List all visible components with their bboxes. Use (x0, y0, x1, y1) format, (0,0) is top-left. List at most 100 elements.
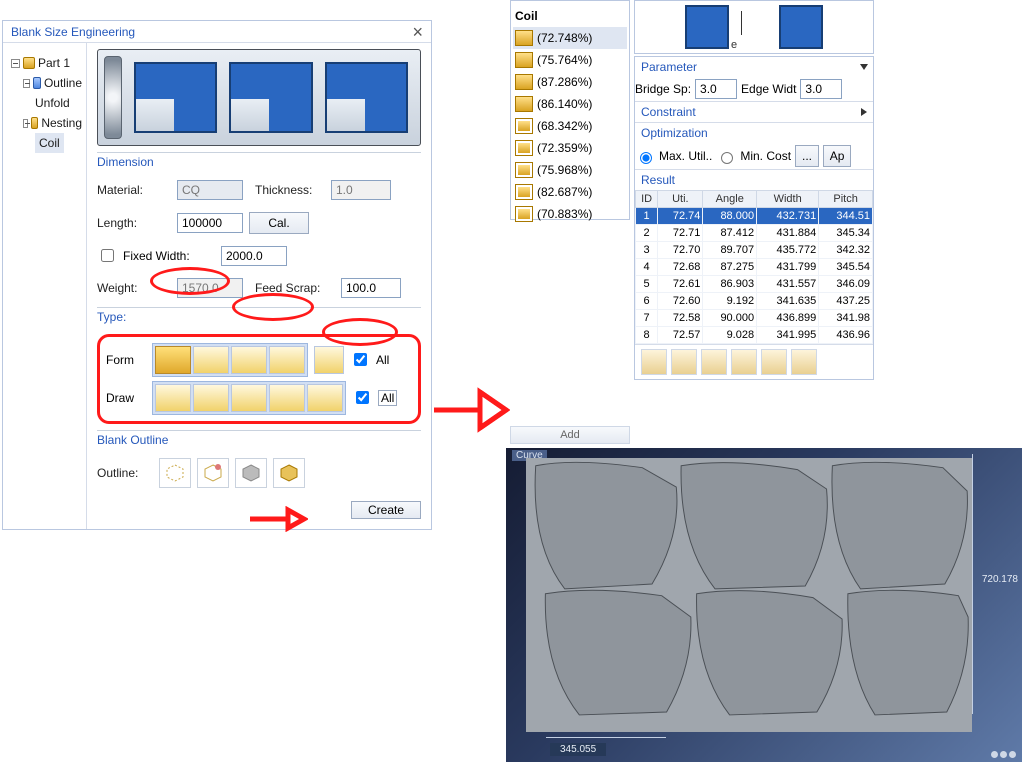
coil-pct-label: (72.748%) (537, 27, 592, 49)
cell: 341.98 (819, 310, 873, 327)
weight-field[interactable] (177, 278, 243, 298)
outline-label: Outline: (97, 466, 153, 480)
col-width[interactable]: Width (757, 191, 819, 208)
tree-item-nesting[interactable]: Nesting (23, 113, 82, 133)
cell: 72.71 (658, 225, 703, 242)
coil-type-icon (515, 74, 533, 90)
viewport-logo-icon (991, 751, 1016, 758)
cell: 9.192 (703, 293, 757, 310)
draw-type-3-icon[interactable] (231, 384, 267, 412)
table-row[interactable]: 672.609.192341.635437.25 (636, 293, 873, 310)
apply-button[interactable]: Ap (823, 145, 851, 167)
cell: 6 (636, 293, 658, 310)
fixed-width-checkbox[interactable] (101, 249, 114, 262)
viewport-canvas[interactable] (526, 458, 972, 732)
more-button[interactable]: ... (795, 145, 819, 167)
create-button[interactable]: Create (351, 501, 421, 519)
form-type-1-icon[interactable] (155, 346, 191, 374)
parameter-header[interactable]: Parameter (635, 57, 873, 77)
feedscrap-label: Feed Scrap: (255, 281, 335, 295)
annotation-arrow-icon (430, 380, 510, 443)
material-field[interactable] (177, 180, 243, 200)
tool-ab-icon[interactable] (731, 349, 757, 375)
coil-tree-item[interactable]: (86.140%) (513, 93, 627, 115)
outline-hex-solid-icon[interactable] (235, 458, 267, 488)
chevron-down-icon (860, 64, 868, 70)
table-row[interactable]: 372.7089.707435.772342.32 (636, 242, 873, 259)
coil-pct-label: (72.359%) (537, 137, 592, 159)
cell: 341.995 (757, 327, 819, 344)
part-shape-icon (229, 62, 312, 133)
cell: 431.884 (757, 225, 819, 242)
draw-type-1-icon[interactable] (155, 384, 191, 412)
form-type-end-icon[interactable] (314, 346, 344, 374)
table-row[interactable]: 772.5890.000436.899341.98 (636, 310, 873, 327)
cell: 90.000 (703, 310, 757, 327)
props-panel: Dimension Material: Thickness: Length: C… (87, 43, 431, 529)
outline-hex-dashed-icon[interactable] (159, 458, 191, 488)
tool-mesh-icon[interactable] (701, 349, 727, 375)
tree-item-coil[interactable]: Coil (35, 133, 82, 153)
form-type-3-icon[interactable] (231, 346, 267, 374)
draw-all-checkbox[interactable] (356, 391, 369, 404)
tree-item-unfold[interactable]: Unfold (35, 93, 82, 113)
coil-roll-icon (104, 56, 122, 139)
table-row[interactable]: 272.7187.412431.884345.34 (636, 225, 873, 242)
draw-type-2-icon[interactable] (193, 384, 229, 412)
coil-tree-item[interactable]: (75.968%) (513, 159, 627, 181)
bridge-field[interactable] (695, 79, 737, 99)
table-row[interactable]: 572.6186.903431.557346.09 (636, 276, 873, 293)
tool-1-icon[interactable] (641, 349, 667, 375)
coil-tree-item[interactable]: (70.883%) (513, 203, 627, 225)
length-field[interactable] (177, 213, 243, 233)
result-table[interactable]: ID Uti. Angle Width Pitch 172.7488.00043… (635, 190, 873, 344)
feedscrap-field[interactable] (341, 278, 401, 298)
col-angle[interactable]: Angle (703, 191, 757, 208)
cell: 341.635 (757, 293, 819, 310)
col-uti[interactable]: Uti. (658, 191, 703, 208)
tool-nest-icon[interactable] (791, 349, 817, 375)
form-all-checkbox[interactable] (354, 353, 367, 366)
tree-panel: Part 1 Outline Unfold Nesting Coil (3, 43, 87, 529)
cal-button[interactable]: Cal. (249, 212, 309, 234)
tree-item-part[interactable]: Part 1 (11, 53, 82, 73)
coil-tree-item[interactable]: (68.342%) (513, 115, 627, 137)
part-icon (779, 5, 823, 49)
coil-tree-item[interactable]: (75.764%) (513, 49, 627, 71)
coil-tree-root[interactable]: Coil (513, 5, 627, 27)
tool-5-icon[interactable] (761, 349, 787, 375)
form-type-4-icon[interactable] (269, 346, 305, 374)
coil-pct-label: (70.883%) (537, 203, 592, 225)
table-row[interactable]: 172.7488.000432.731344.51 (636, 208, 873, 225)
table-row[interactable]: 472.6887.275431.799345.54 (636, 259, 873, 276)
cell: 72.61 (658, 276, 703, 293)
tree-label: Part 1 (38, 53, 70, 73)
constraint-header[interactable]: Constraint (635, 102, 873, 122)
outline-hex-gold-icon[interactable] (273, 458, 305, 488)
col-id[interactable]: ID (636, 191, 658, 208)
min-cost-radio[interactable] (721, 152, 733, 164)
coil-tree-item[interactable]: (72.359%) (513, 137, 627, 159)
tree-item-outline[interactable]: Outline (23, 73, 82, 93)
max-util-label: Max. Util.. (659, 149, 712, 163)
draw-type-4-icon[interactable] (269, 384, 305, 412)
cell: 89.707 (703, 242, 757, 259)
thickness-field[interactable] (331, 180, 391, 200)
outline-hex-circle-icon[interactable] (197, 458, 229, 488)
col-pitch[interactable]: Pitch (819, 191, 873, 208)
form-type-2-icon[interactable] (193, 346, 229, 374)
draw-type-5-icon[interactable] (307, 384, 343, 412)
coil-tree-item[interactable]: (72.748%) (513, 27, 627, 49)
close-icon[interactable]: × (412, 21, 423, 43)
edge-field[interactable] (800, 79, 842, 99)
table-row[interactable]: 872.579.028341.995436.96 (636, 327, 873, 344)
chevron-right-icon (861, 108, 867, 116)
fixed-width-field[interactable] (221, 246, 287, 266)
add-button[interactable]: Add (510, 426, 630, 444)
window-title: Blank Size Engineering (11, 21, 135, 43)
coil-tree-item[interactable]: (82.687%) (513, 181, 627, 203)
viewport-3d[interactable]: Curve 720.178 345.055 (506, 448, 1022, 762)
coil-tree-item[interactable]: (87.286%) (513, 71, 627, 93)
tool-report-icon[interactable] (671, 349, 697, 375)
max-util-radio[interactable] (640, 152, 652, 164)
